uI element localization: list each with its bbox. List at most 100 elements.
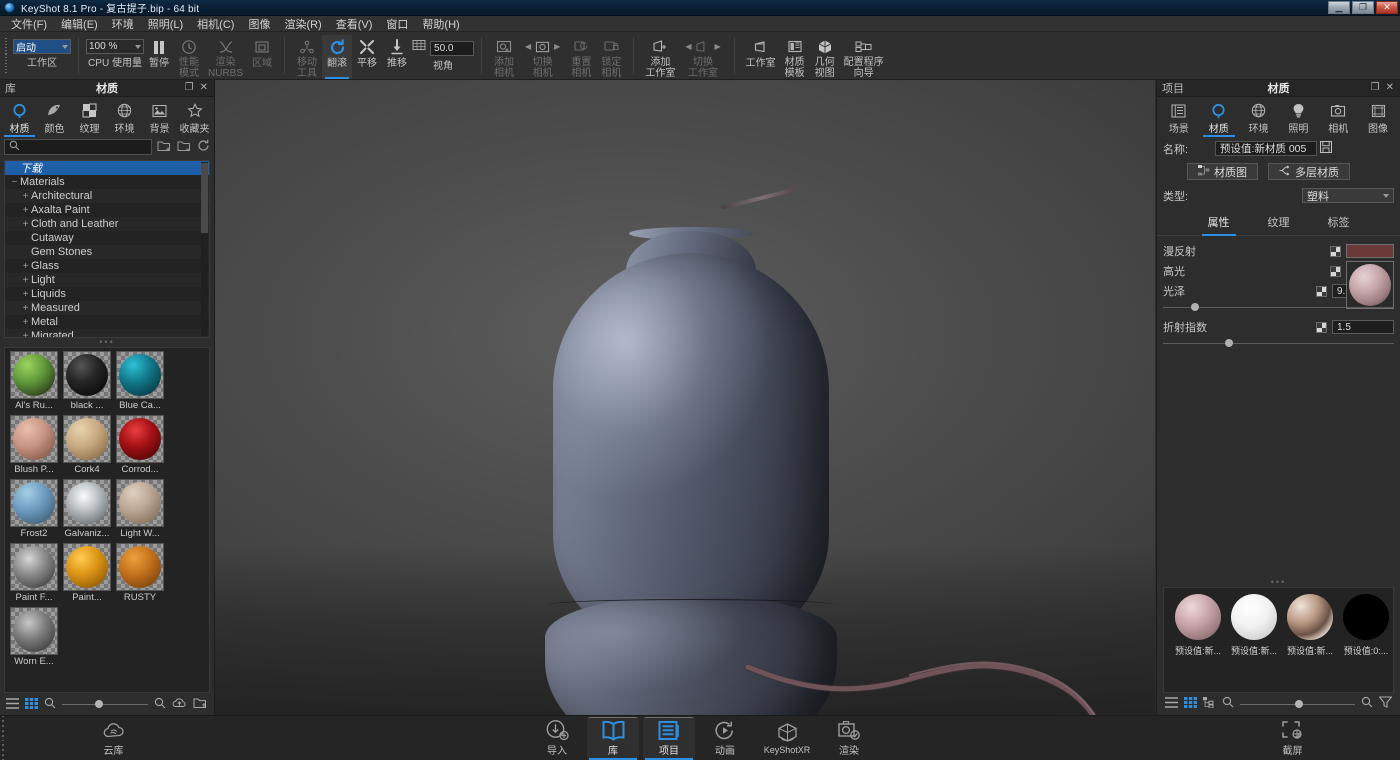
tree-expander[interactable]: + <box>20 317 31 328</box>
library-splitter-handle[interactable]: ••• <box>0 338 214 347</box>
menu-item-lighting[interactable]: 照明(L) <box>141 15 190 33</box>
remove-folder-icon[interactable] <box>177 139 192 155</box>
library-tab-environments[interactable]: 环境 <box>107 100 142 135</box>
material-item[interactable]: Paint... <box>62 543 112 605</box>
material-grid-container[interactable]: Al's Ru... black ... Blue Ca... Blush P.… <box>4 347 210 693</box>
add-camera-button[interactable]: 添加 相机 <box>489 35 519 79</box>
close-button[interactable]: ✕ <box>1376 1 1398 14</box>
add-folder-icon[interactable] <box>157 139 172 155</box>
zoom-out-icon[interactable] <box>1222 695 1234 713</box>
material-item[interactable]: Frost2 <box>9 479 59 541</box>
dolly-button[interactable]: 推移 <box>382 35 412 79</box>
close-icon[interactable]: ✕ <box>200 83 208 93</box>
taskbar-project-button[interactable]: 项目 <box>643 717 695 760</box>
project-tab-image[interactable]: 图像 <box>1358 100 1398 135</box>
tree-item-measured[interactable]: + Measured <box>5 301 209 315</box>
library-tree[interactable]: 下载 − Materials + Architectural + Axalta … <box>4 160 210 338</box>
menu-item-help[interactable]: 帮助(H) <box>415 15 466 33</box>
recent-materials-container[interactable]: 预设值:新... 预设值:新... 预设值:新... 预设值:0:... <box>1163 587 1394 693</box>
library-tab-materials[interactable]: 材质 <box>2 100 37 135</box>
move-tool-button[interactable]: 移动 工具 <box>292 35 322 79</box>
tree-expander[interactable]: + <box>20 261 31 272</box>
tree-item-gem-stones[interactable]: Gem Stones <box>5 245 209 259</box>
specular-texture-toggle-icon[interactable] <box>1330 266 1341 277</box>
tree-item-migrated[interactable]: + Migrated <box>5 329 209 338</box>
project-tab-camera[interactable]: 相机 <box>1318 100 1358 135</box>
cloud-upload-icon[interactable] <box>172 697 187 711</box>
tree-item-cloth-and-leather[interactable]: + Cloth and Leather <box>5 217 209 231</box>
taskbar-library-button[interactable]: 库 <box>587 717 639 760</box>
slider-knob[interactable] <box>1295 700 1303 708</box>
subtab-textures[interactable]: 纹理 <box>1264 214 1294 232</box>
performance-mode-button[interactable]: 性能 模式 <box>174 35 204 79</box>
tree-expander[interactable]: + <box>20 205 31 216</box>
tumble-button[interactable]: 翻滚 <box>322 35 352 79</box>
tree-scrollbar-thumb[interactable] <box>201 163 208 233</box>
zoom-in-icon[interactable] <box>1361 695 1373 713</box>
project-tab-scene[interactable]: 场景 <box>1159 100 1199 135</box>
tree-item-glass[interactable]: + Glass <box>5 259 209 273</box>
fov-input[interactable]: 50.0 <box>430 41 474 56</box>
library-tab-textures[interactable]: 纹理 <box>72 100 107 135</box>
taskbar-keyshotxr-button[interactable]: KeyShotXR <box>755 717 819 760</box>
taskbar-import-button[interactable]: 导入 <box>531 717 583 760</box>
geometry-view-button[interactable]: 几何 视图 <box>810 35 840 79</box>
project-splitter-handle[interactable]: ••• <box>1157 578 1400 587</box>
lamp-3d-model[interactable] <box>525 185 855 715</box>
tree-view-icon[interactable] <box>1203 695 1216 713</box>
toolbar-drag-grip[interactable] <box>2 32 9 79</box>
switch-studio-button[interactable]: ◀ ▶ 切换 工作室 <box>679 35 726 79</box>
grid-view-icon[interactable] <box>25 698 38 711</box>
workspace-selector[interactable]: 启动 工作区 <box>13 35 71 70</box>
ior-texture-toggle-icon[interactable] <box>1316 322 1327 333</box>
next-studio-arrow-icon[interactable]: ▶ <box>712 42 722 51</box>
ior-slider[interactable] <box>1163 338 1394 348</box>
ior-value-input[interactable]: 1.5 <box>1332 320 1394 334</box>
material-item[interactable]: Blush P... <box>9 415 59 477</box>
project-panel-tab[interactable]: 项目 <box>1157 80 1184 96</box>
zoom-out-icon[interactable] <box>44 697 56 711</box>
menu-item-view[interactable]: 查看(V) <box>329 15 380 33</box>
taskbar-render-button[interactable]: 渲染 <box>823 717 875 760</box>
close-icon[interactable]: ✕ <box>1386 83 1394 93</box>
tree-item-metal[interactable]: + Metal <box>5 315 209 329</box>
tree-expander[interactable]: + <box>20 219 31 230</box>
material-type-select[interactable]: 塑料 <box>1302 188 1394 203</box>
refresh-icon[interactable] <box>197 139 210 155</box>
diffuse-texture-toggle-icon[interactable] <box>1330 246 1341 257</box>
menu-item-environment[interactable]: 环境 <box>105 15 141 33</box>
tree-item-materials[interactable]: − Materials <box>5 175 209 189</box>
menu-item-render[interactable]: 渲染(R) <box>277 15 328 33</box>
taskbar-animation-button[interactable]: 动画 <box>699 717 751 760</box>
material-item[interactable]: Cork4 <box>62 415 112 477</box>
tree-expander[interactable]: + <box>20 331 31 339</box>
diffuse-color-swatch[interactable] <box>1346 244 1394 258</box>
library-tab-favorites[interactable]: 收藏夹 <box>177 100 212 135</box>
zoom-in-icon[interactable] <box>154 697 166 711</box>
fov-control[interactable]: 50.0 视角 <box>412 35 474 73</box>
undock-icon[interactable]: ❐ <box>185 83 194 93</box>
switch-camera-button[interactable]: ◀ ▶ 切换 相机 <box>519 35 566 79</box>
add-folder-icon[interactable] <box>193 697 208 711</box>
previous-camera-arrow-icon[interactable]: ◀ <box>523 42 533 51</box>
material-item[interactable]: Blue Ca... <box>115 351 165 413</box>
tree-expander[interactable]: − <box>9 177 20 188</box>
menu-item-camera[interactable]: 相机(C) <box>190 15 241 33</box>
cpu-combo[interactable]: 100 % <box>86 39 144 54</box>
search-input[interactable] <box>4 139 152 155</box>
grid-view-icon[interactable] <box>1184 695 1197 713</box>
recent-thumbnail-size-slider[interactable] <box>1240 698 1355 710</box>
configurator-wizard-button[interactable]: 配置程序 向导 <box>840 35 888 79</box>
tree-expander[interactable]: + <box>20 303 31 314</box>
workspace-combo[interactable]: 启动 <box>13 39 71 54</box>
list-view-icon[interactable] <box>1165 695 1178 713</box>
material-item[interactable]: Galvaniz... <box>62 479 112 541</box>
material-item[interactable]: Al's Ru... <box>9 351 59 413</box>
reset-camera-button[interactable]: 重置 相机 <box>566 35 596 79</box>
render-nurbs-button[interactable]: 渲染 NURBS <box>204 35 247 79</box>
tree-item-architectural[interactable]: + Architectural <box>5 189 209 203</box>
thumbnail-size-slider[interactable] <box>62 698 148 710</box>
studio-button[interactable]: 工作室 <box>742 35 780 79</box>
material-item[interactable]: Paint F... <box>9 543 59 605</box>
list-view-icon[interactable] <box>6 698 19 711</box>
